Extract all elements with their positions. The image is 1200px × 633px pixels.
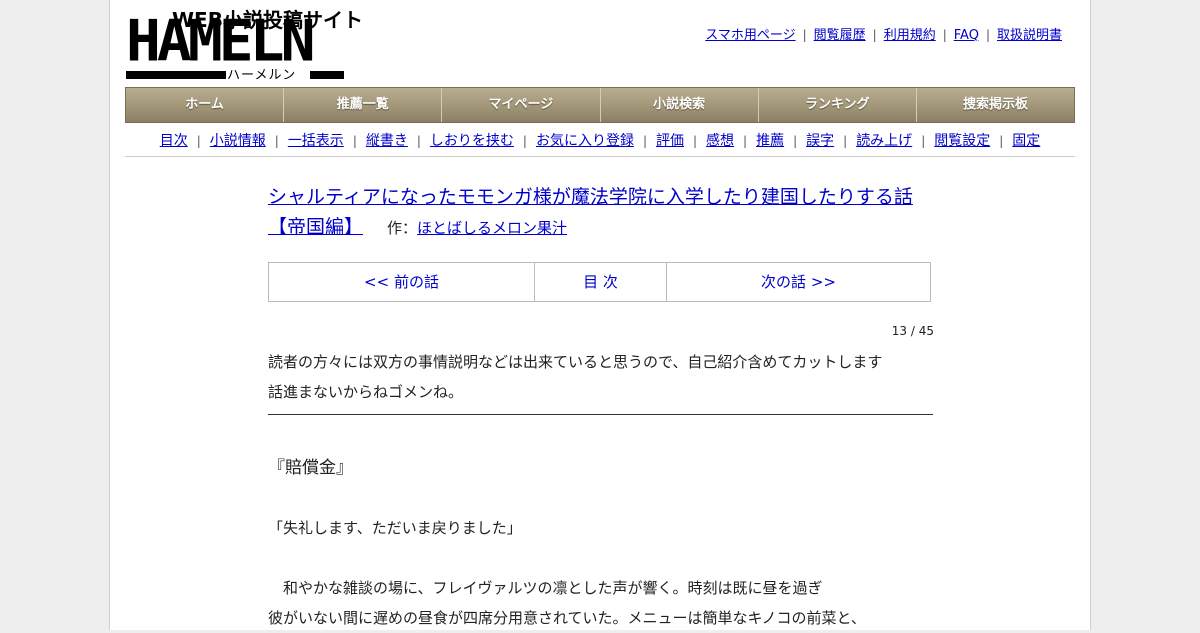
preface-line: 話進まないからねゴメンね。: [268, 383, 464, 401]
subnav-favorite[interactable]: お気に入り登録: [536, 133, 634, 149]
separator: |: [942, 28, 947, 42]
separator: |: [999, 134, 1004, 148]
subnav-show-all[interactable]: 一括表示: [288, 133, 344, 149]
sub-nav: 目次 | 小説情報 | 一括表示 | 縦書き | しおりを挟む | お気に入り登録 | 評価 | 感想 | 推薦…: [125, 130, 1075, 150]
top-link-smartphone[interactable]: スマホ用ページ: [705, 28, 795, 43]
separator: |: [352, 134, 357, 148]
top-links: スマホ用ページ | 閲覧履歴 | 利用規約 | FAQ | 取扱説明書: [705, 24, 1062, 43]
body-line: 彼がいない間に遅めの昼食が四席分用意されていた。メニューは簡単なキノコの前菜と、: [268, 609, 866, 627]
top-link-manual[interactable]: 取扱説明書: [997, 28, 1062, 43]
separator: |: [802, 28, 807, 42]
nav-home[interactable]: ホーム: [126, 88, 285, 122]
subnav-bookmark[interactable]: しおりを挟む: [430, 133, 514, 149]
subnav-recommend[interactable]: 推薦: [756, 133, 784, 149]
prev-chapter-cell: << 前の話: [269, 263, 535, 301]
nav-novel-search[interactable]: 小説検索: [600, 88, 759, 122]
subnav-rate[interactable]: 評価: [656, 133, 684, 149]
separator: |: [921, 134, 926, 148]
top-link-faq[interactable]: FAQ: [954, 28, 979, 43]
separator: |: [274, 134, 279, 148]
chapter-counter: 13 / 45: [891, 324, 934, 338]
chapter-nav: << 前の話 目 次 次の話 >>: [268, 262, 931, 302]
prev-chapter-link[interactable]: << 前の話: [364, 273, 439, 291]
separator: |: [872, 28, 877, 42]
site-logo[interactable]: WEB小説投稿サイト HAMELN ハーメルン: [126, 7, 363, 83]
separator: |: [522, 134, 527, 148]
separator: |: [416, 134, 421, 148]
subnav-comments[interactable]: 感想: [706, 133, 734, 149]
author-label: 作：: [387, 219, 418, 237]
logo-bar-left: [126, 71, 226, 79]
toc-link[interactable]: 目 次: [583, 273, 618, 291]
chapter-body: 『賠償金』 「失礼します、ただいま戻りました」 和やかな雑談の場に、フレイヴァル…: [268, 453, 934, 633]
top-link-history[interactable]: 閲覧履歴: [814, 28, 866, 43]
nav-recommendations[interactable]: 推薦一覧: [284, 88, 443, 122]
top-link-terms[interactable]: 利用規約: [884, 28, 936, 43]
author-link[interactable]: ほとばしるメロン果汁: [417, 219, 567, 237]
separator: |: [793, 134, 798, 148]
next-chapter-link[interactable]: 次の話 >>: [761, 273, 836, 291]
nav-ranking[interactable]: ランキング: [758, 88, 917, 122]
subnav-pin[interactable]: 固定: [1012, 133, 1040, 149]
subnav-toc[interactable]: 目次: [160, 133, 188, 149]
nav-search-board[interactable]: 捜索掲示板: [916, 88, 1075, 122]
separator: |: [642, 134, 647, 148]
separator: |: [693, 134, 698, 148]
logo-kana: ハーメルン: [227, 68, 297, 83]
subnav-vertical[interactable]: 縦書き: [366, 133, 408, 149]
chapter-heading: 『賠償金』: [268, 458, 353, 478]
story-title[interactable]: シャルティアになったモモンガ様が魔法学院に入学したり建国したりする話【帝国編】: [268, 186, 913, 238]
separator: |: [985, 28, 990, 42]
preface-line: 読者の方々には双方の事情説明などは出来ていると思うので、自己紹介含めてカットしま…: [268, 353, 883, 371]
logo-bar-right: [310, 71, 344, 79]
subnav-typo[interactable]: 誤字: [806, 133, 834, 149]
logo-wordmark: HAMELN: [126, 7, 316, 75]
body-line: 和やかな雑談の場に、フレイヴァルツの凛とした声が響く。時刻は既に昼を過ぎ: [268, 579, 823, 597]
next-chapter-cell: 次の話 >>: [667, 263, 930, 301]
divider: [268, 414, 933, 415]
page-container: WEB小説投稿サイト HAMELN ハーメルン スマホ用ページ | 閲覧履歴 | 利用規…: [109, 0, 1091, 630]
nav-mypage[interactable]: マイページ: [442, 88, 601, 122]
separator: |: [743, 134, 748, 148]
subnav-read-aloud[interactable]: 読み上げ: [856, 133, 912, 149]
toc-cell: 目 次: [535, 263, 667, 301]
main-nav: ホーム 推薦一覧 マイページ 小説検索 ランキング 捜索掲示板: [125, 87, 1075, 123]
story-title-block: シャルティアになったモモンガ様が魔法学院に入学したり建国したりする話【帝国編】作…: [268, 182, 934, 243]
preface: 読者の方々には双方の事情説明などは出来ていると思うので、自己紹介含めてカットしま…: [268, 347, 934, 407]
body-line: 「失礼します、ただいま戻りました」: [268, 519, 522, 537]
subnav-view-settings[interactable]: 閲覧設定: [934, 133, 990, 149]
subnav-novel-info[interactable]: 小説情報: [210, 133, 266, 149]
divider: [125, 156, 1075, 157]
separator: |: [196, 134, 201, 148]
separator: |: [843, 134, 848, 148]
